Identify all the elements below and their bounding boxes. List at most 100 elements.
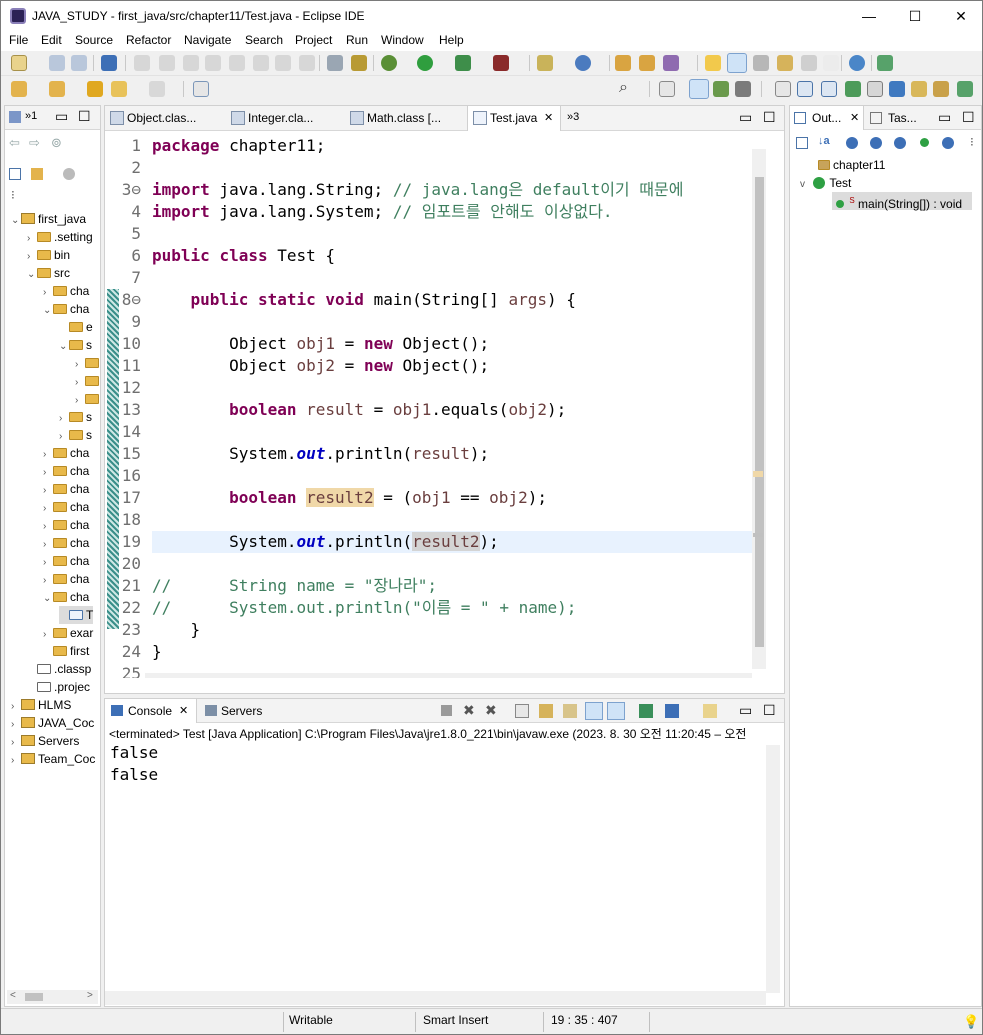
scroll-lock-icon[interactable] — [539, 704, 553, 718]
open-console-icon[interactable] — [703, 704, 717, 718]
view-b-icon[interactable] — [821, 81, 837, 97]
code-line[interactable]: 17 boolean result2 = (obj1 == obj2); — [105, 487, 752, 509]
pin-console-icon[interactable] — [639, 704, 653, 718]
minimize-button[interactable]: — — [846, 1, 892, 31]
show-on-stdout-icon[interactable] — [585, 702, 603, 720]
code-line[interactable]: 9 — [105, 311, 752, 333]
code-line[interactable]: 20 — [105, 553, 752, 575]
tree-item[interactable]: T — [59, 606, 94, 624]
remove-all-launches-icon[interactable]: ✖ — [485, 702, 497, 719]
tab-math-class[interactable]: Math.class [... — [345, 106, 465, 131]
code-line[interactable]: 13 boolean result = obj1.equals(obj2); — [105, 399, 752, 421]
forward-nav-icon[interactable]: ⇨ — [29, 135, 40, 151]
collapse-twisty-icon[interactable]: v — [800, 176, 810, 194]
status-insert-mode[interactable]: Smart Insert — [423, 1013, 488, 1027]
coverage-icon[interactable] — [455, 55, 471, 71]
view-f-icon[interactable] — [911, 81, 927, 97]
code-area[interactable]: 1 package chapter11; 2 3⊖ import java.lang.S… — [105, 131, 784, 678]
tree-item[interactable]: › cha — [43, 282, 89, 300]
debug-icon[interactable] — [381, 55, 397, 71]
maximize-view-icon[interactable]: ☐ — [78, 108, 91, 125]
view-e-icon[interactable] — [889, 81, 905, 97]
run-last-icon[interactable] — [877, 55, 893, 71]
back-nav-icon[interactable]: ⇦ — [9, 135, 20, 151]
close-button[interactable]: ✕ — [938, 1, 982, 31]
tree-item[interactable]: › — [75, 354, 100, 372]
java-perspective-icon[interactable] — [689, 79, 709, 99]
tree-item[interactable]: › Team_Coc — [11, 750, 95, 768]
tree-item[interactable]: › — [75, 390, 100, 408]
console-toggle-icon[interactable] — [101, 55, 117, 71]
code-line[interactable]: 5 — [105, 223, 752, 245]
code-line[interactable]: 16 — [105, 465, 752, 487]
menu-search[interactable]: Search — [245, 33, 283, 47]
close-tab-icon[interactable]: ✕ — [850, 111, 859, 124]
external-tools-icon[interactable] — [493, 55, 509, 71]
globe-icon[interactable] — [849, 55, 865, 71]
code-line[interactable]: 3⊖ import java.lang.String; // java.lang은… — [105, 179, 752, 201]
step-return-icon[interactable] — [299, 55, 315, 71]
tree-item[interactable]: › cha — [43, 534, 89, 552]
tree-item[interactable]: › cha — [43, 570, 89, 588]
tree-item[interactable]: › JAVA_Coc — [11, 714, 94, 732]
console-output[interactable]: false false — [105, 743, 784, 1005]
tree-item[interactable]: ⌄ src — [27, 264, 70, 282]
hide-nonpublic-icon[interactable] — [894, 137, 906, 149]
collapse-all-icon[interactable] — [9, 168, 21, 180]
tree-item[interactable]: › cha — [43, 462, 89, 480]
menu-file[interactable]: File — [9, 33, 28, 47]
tree-item[interactable]: › s — [59, 426, 92, 444]
code-line[interactable]: 21 // String name = "장나라"; — [105, 575, 752, 597]
code-line[interactable]: 11 Object obj2 = new Object(); — [105, 355, 752, 377]
code-line[interactable]: 6 public class Test { — [105, 245, 752, 267]
tree-item[interactable]: › s — [59, 408, 92, 426]
tree-item[interactable]: ⌄ cha — [43, 300, 89, 318]
menu-navigate[interactable]: Navigate — [184, 33, 231, 47]
save-all-icon[interactable] — [71, 55, 87, 71]
maximize-button[interactable]: ☐ — [892, 1, 938, 31]
tab-servers[interactable]: Servers — [203, 699, 273, 723]
editor-hscroll[interactable] — [145, 673, 752, 678]
suspend-icon[interactable] — [183, 55, 199, 71]
code-line[interactable]: 24} — [105, 641, 752, 663]
editor-tab-overflow[interactable]: »3 — [567, 111, 579, 123]
display-console-icon[interactable] — [665, 704, 679, 718]
outline-item-method[interactable]: S main(String[]) : void — [832, 192, 972, 211]
code-line[interactable]: 14 — [105, 421, 752, 443]
code-line[interactable]: 8⊖ public static void main(String[] args… — [105, 289, 752, 311]
menu-run[interactable]: Run — [346, 33, 368, 47]
menu-refactor[interactable]: Refactor — [126, 33, 171, 47]
code-line[interactable]: 7 — [105, 267, 752, 289]
forward-icon[interactable] — [149, 81, 165, 97]
expanded-twisty-icon[interactable]: ⌄ — [43, 302, 53, 320]
tree-item[interactable]: › .setting — [27, 228, 93, 246]
code-line[interactable]: 23 } — [105, 619, 752, 641]
code-line[interactable]: 19 System.out.println(result2); — [105, 531, 752, 553]
tab-console[interactable]: Console ✕ — [105, 699, 197, 723]
occurrence-marker[interactable] — [753, 533, 763, 537]
tree-item[interactable]: › Servers — [11, 732, 79, 750]
back-icon[interactable] — [111, 81, 127, 97]
open-task-icon[interactable] — [639, 55, 655, 71]
expanded-twisty-icon[interactable]: ⌄ — [43, 590, 53, 608]
tree-item[interactable]: › cha — [43, 498, 89, 516]
toggle-annotation-icon[interactable] — [705, 55, 721, 71]
outline-item-package[interactable]: chapter11 — [818, 156, 885, 174]
minimize-console-icon[interactable]: ▭ — [739, 702, 752, 719]
console-vscroll[interactable] — [766, 745, 780, 993]
hide-local-types-icon[interactable] — [920, 138, 929, 147]
minimize-view-icon[interactable]: ▭ — [55, 108, 68, 125]
link-outline-icon[interactable] — [942, 137, 954, 149]
mark-occurrences-icon[interactable] — [727, 53, 747, 73]
maximize-outline-icon[interactable]: ☐ — [962, 109, 975, 126]
use-step-filters-icon[interactable] — [327, 55, 343, 71]
drop-to-frame-icon[interactable] — [351, 55, 367, 71]
open-perspective-icon[interactable] — [659, 81, 675, 97]
expanded-twisty-icon[interactable]: ⌄ — [11, 212, 21, 230]
editor-vscroll-thumb[interactable] — [755, 177, 764, 647]
clear-console-icon[interactable] — [515, 704, 529, 718]
search-toolbar-icon[interactable] — [663, 55, 679, 71]
debug-perspective-icon[interactable] — [713, 81, 729, 97]
collapsed-twisty-icon[interactable]: › — [11, 752, 21, 770]
code-line[interactable]: 18 — [105, 509, 752, 531]
